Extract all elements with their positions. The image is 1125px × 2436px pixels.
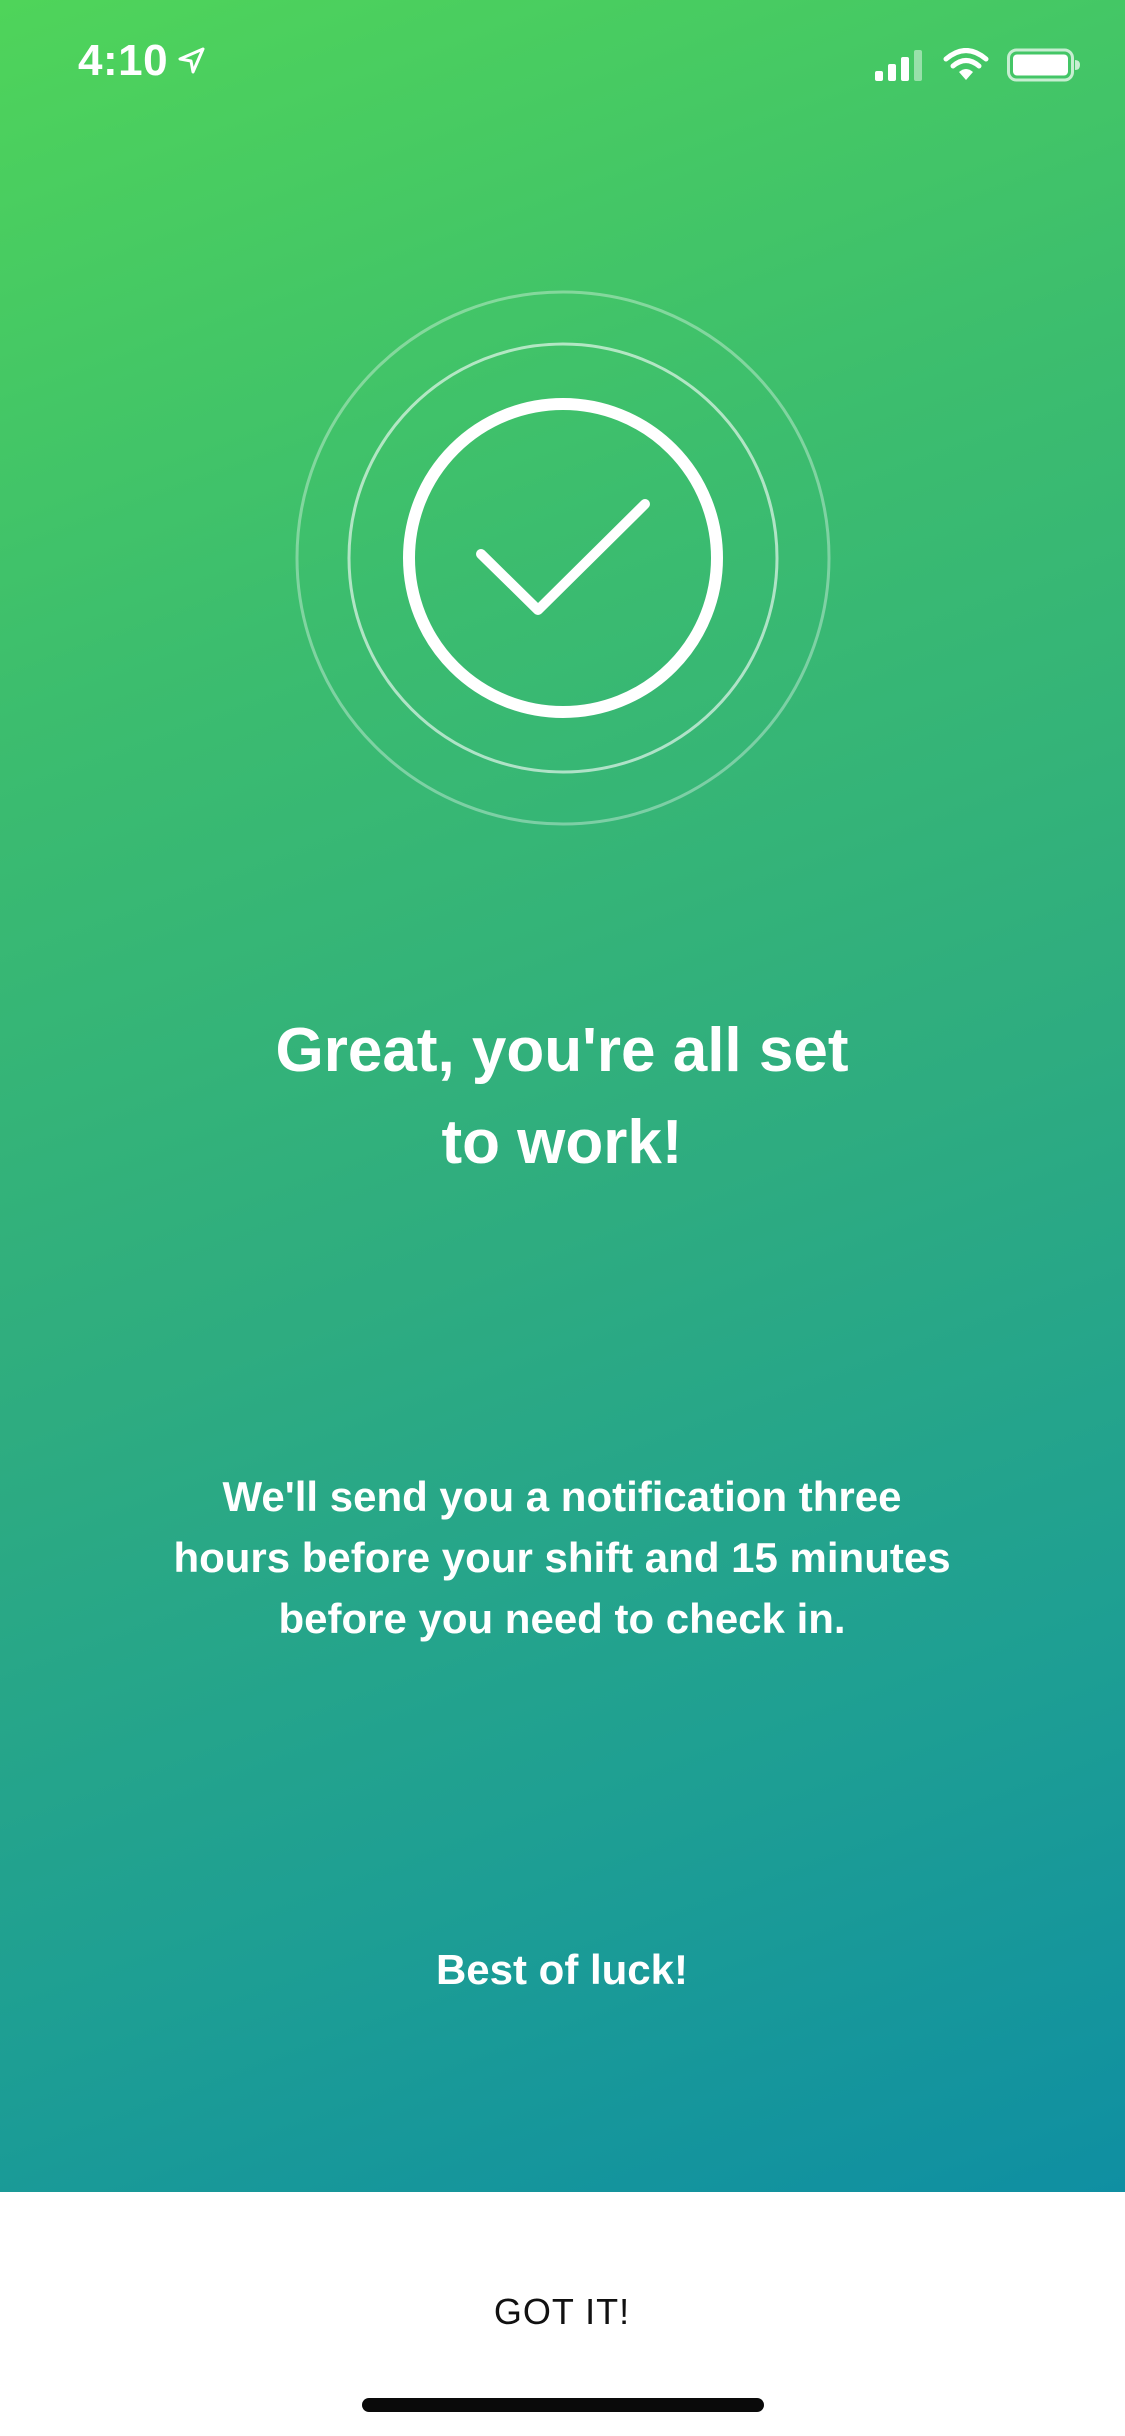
status-indicators xyxy=(873,48,1081,82)
headline-line-2: to work! xyxy=(441,1108,683,1177)
headline-line-1: Great, you're all set xyxy=(275,1016,849,1085)
message-line-1: We'll send you a notification three xyxy=(222,1473,902,1520)
signal-bars-icon xyxy=(875,50,922,81)
got-it-button[interactable]: GOT IT! xyxy=(312,2192,812,2432)
message-line-3: before you need to check in. xyxy=(278,1595,846,1642)
battery-icon xyxy=(1007,48,1080,82)
page-title: Great, you're all set to work! xyxy=(112,1005,1012,1189)
checkmark-circle-icon xyxy=(295,290,831,826)
sign-off-text: Best of luck! xyxy=(435,1946,689,1993)
location-arrow-icon xyxy=(178,47,205,74)
notification-message: We'll send you a notification three hour… xyxy=(112,1466,1012,1649)
status-time-label: 4:10 xyxy=(78,36,169,85)
success-screen: 4:10 Great, you're all set to work! We'l… xyxy=(0,0,1125,2192)
status-time: 4:10 xyxy=(78,36,206,86)
home-indicator[interactable] xyxy=(362,2398,764,2412)
message-line-2: hours before your shift and 15 minutes xyxy=(173,1534,951,1581)
wifi-icon xyxy=(943,48,989,80)
status-bar: 4:10 xyxy=(0,0,1125,132)
